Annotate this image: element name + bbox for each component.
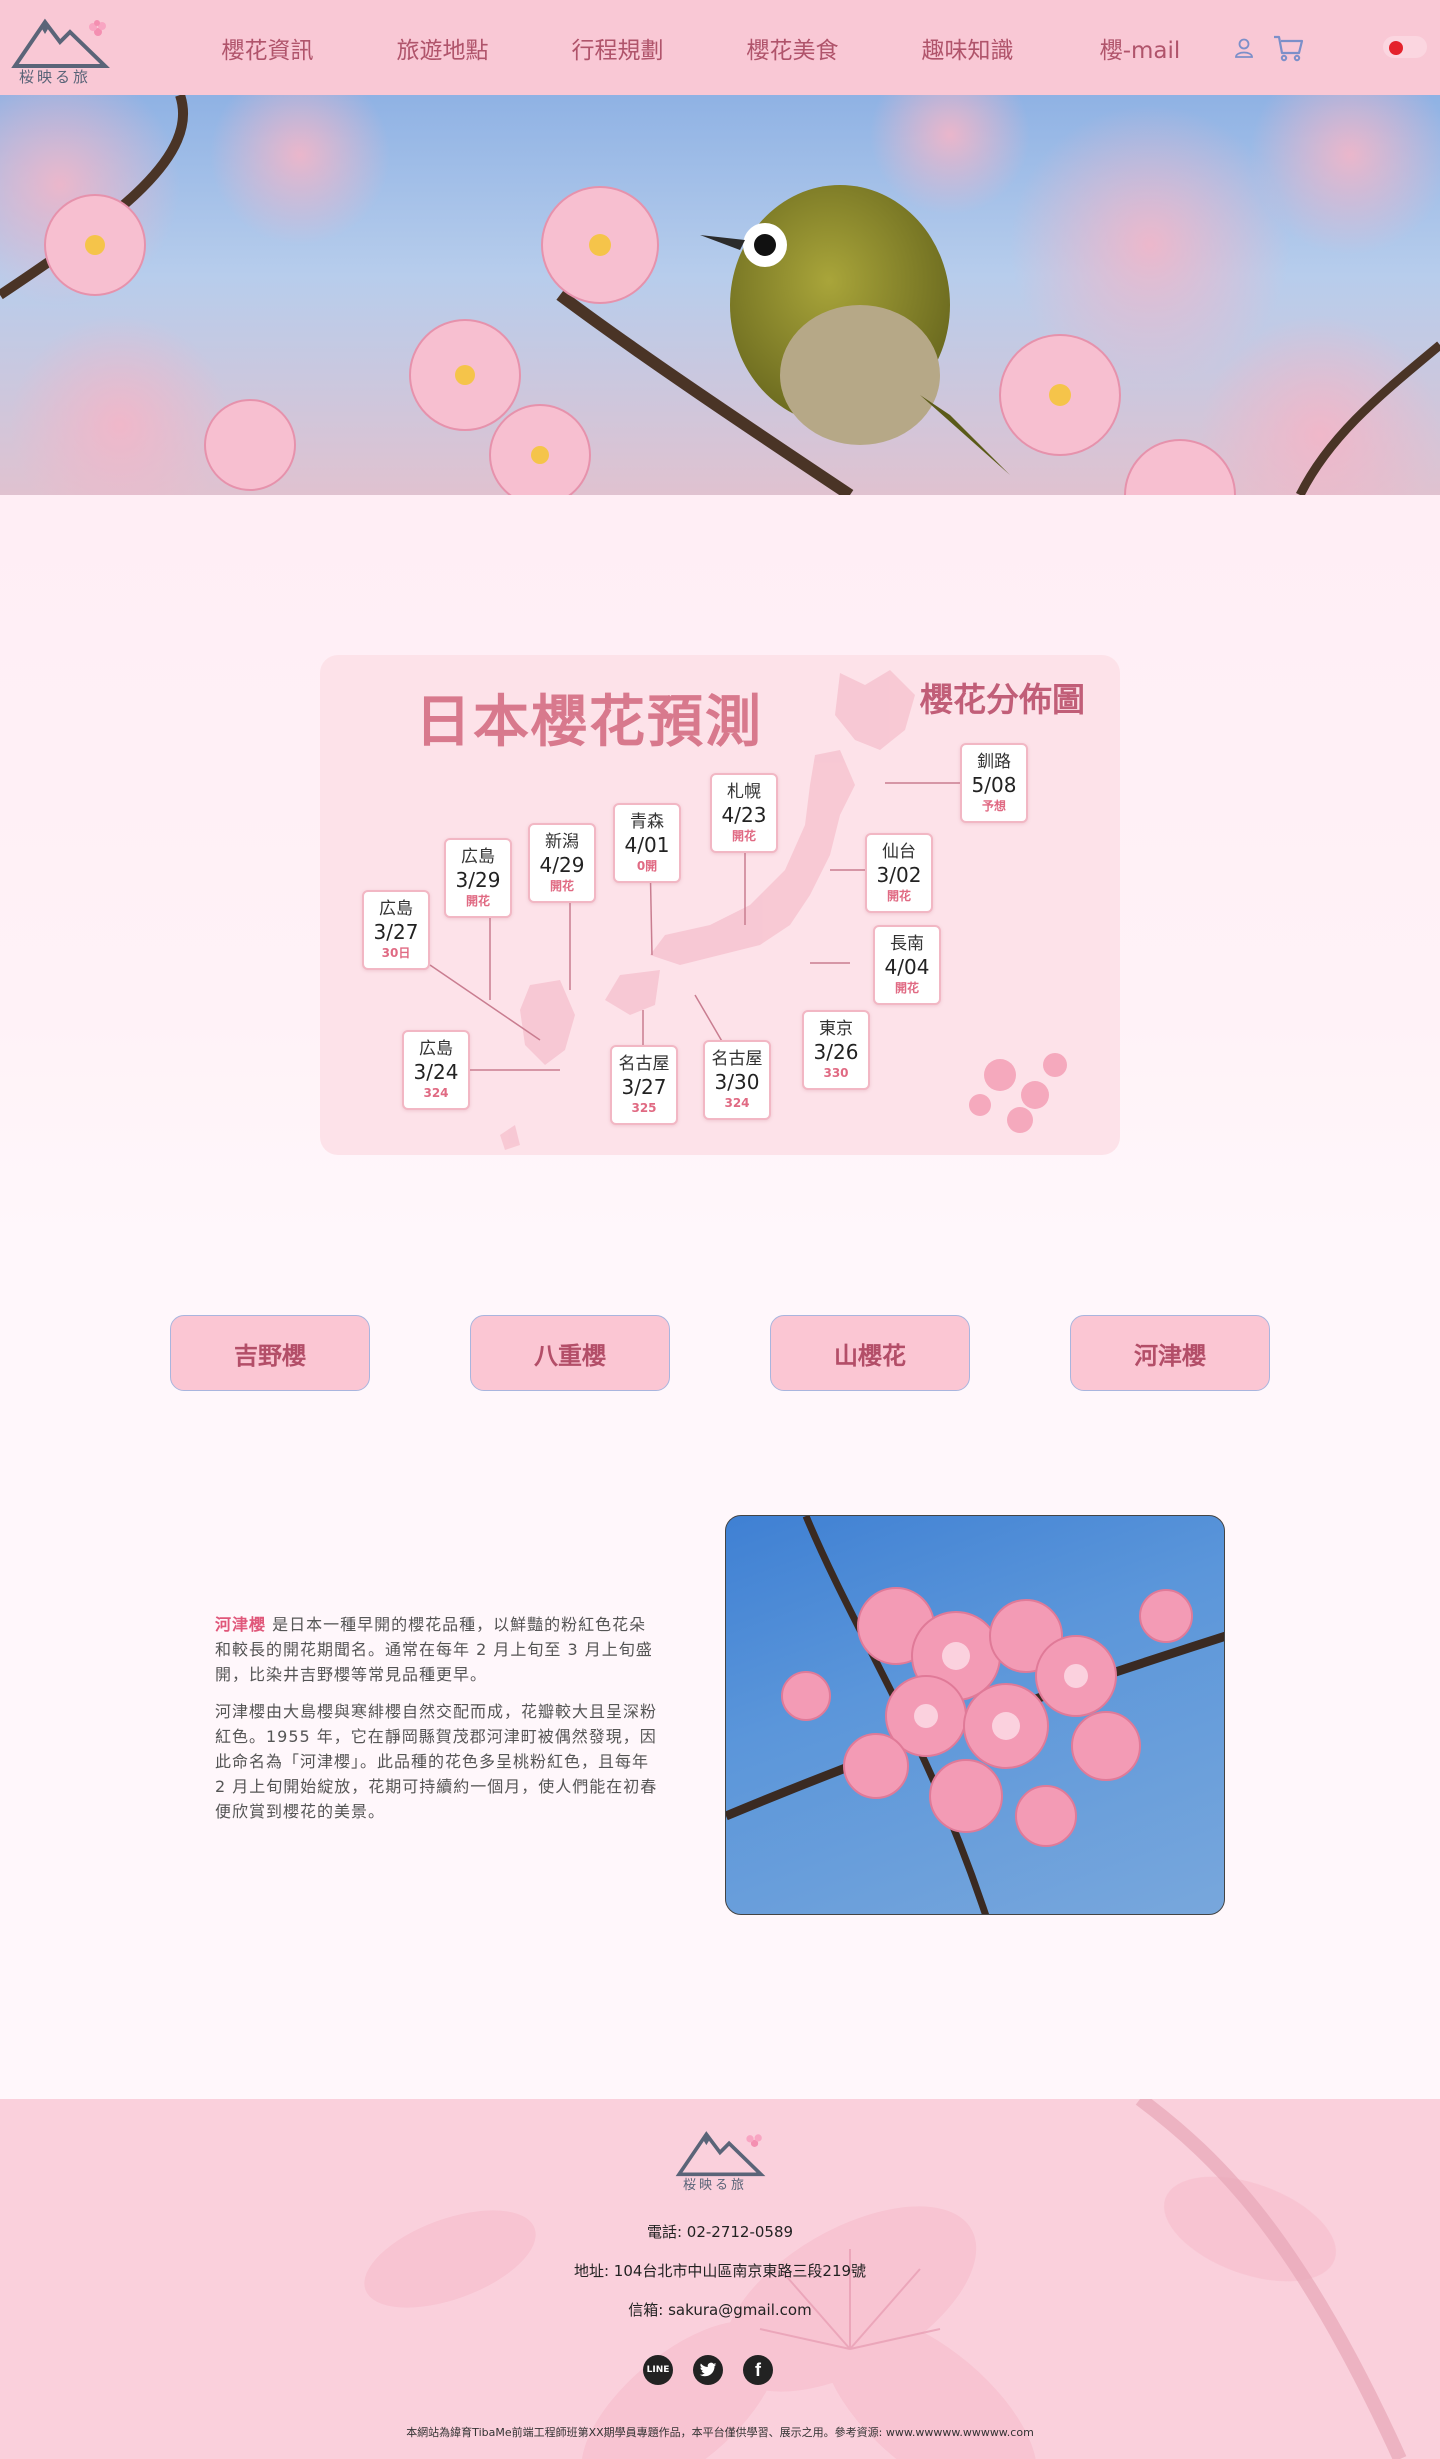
hero-banner: [0, 95, 1440, 495]
city-name: 広島: [461, 847, 495, 867]
city-note: 324: [724, 1096, 750, 1110]
city-date: 3/02: [876, 863, 922, 887]
social-links: LINE f: [643, 2355, 773, 2385]
city-note: 0開: [636, 859, 658, 873]
variety-button-kawazu[interactable]: 河津櫻: [1070, 1315, 1270, 1391]
city-date: 4/04: [884, 955, 930, 979]
city-note: 324: [423, 1086, 449, 1100]
footer-logo-text: 桜映る旅: [682, 2178, 747, 2193]
city-note: 開花: [465, 894, 490, 908]
footer-email[interactable]: 信箱: sakura@gmail.com: [0, 2299, 1440, 2320]
city-name: 広島: [419, 1039, 453, 1059]
nav-item-sakura-food[interactable]: 櫻花美食: [705, 31, 880, 65]
city-date: 3/27: [373, 920, 419, 944]
nav-item-sakura-mail[interactable]: 櫻-mail: [1055, 31, 1225, 65]
nav-item-sakura-info[interactable]: 櫻花資訊: [180, 31, 355, 65]
city-name: 名古屋: [711, 1049, 763, 1069]
mountain-logo-icon: [11, 18, 110, 68]
city-sapporo[interactable]: 札幌 4/23 開花: [710, 773, 778, 853]
nav-item-trivia[interactable]: 趣味知識: [880, 31, 1055, 65]
city-date: 5/08: [971, 773, 1017, 797]
city-hiroshima-a[interactable]: 広島 3/29 開花: [444, 838, 512, 918]
twitter-icon[interactable]: [693, 2355, 723, 2385]
city-date: 3/24: [413, 1060, 459, 1084]
logo-text: 桜映る旅: [18, 68, 91, 86]
variety-name-highlight: 河津櫻: [215, 1615, 267, 1634]
sakura-variety-tabs: 吉野櫻 八重櫻 山櫻花 河津櫻: [0, 1315, 1440, 1391]
city-name: 広島: [379, 899, 413, 919]
twitter-bird-glyph: [699, 2362, 717, 2377]
toggle-knob: [1389, 41, 1403, 55]
city-note: 30日: [381, 946, 411, 960]
city-date: 3/26: [813, 1040, 859, 1064]
city-name: 札幌: [727, 782, 761, 802]
city-date: 4/23: [721, 803, 767, 827]
site-logo[interactable]: 桜映る旅: [10, 14, 110, 86]
city-sendai[interactable]: 仙台 3/02 開花: [865, 833, 933, 913]
footer-address: 地址: 104台北市中山區南京東路三段219號: [573, 2262, 867, 2280]
main-nav: 櫻花資訊 旅遊地點 行程規劃 櫻花美食 趣味知識 櫻-mail: [180, 0, 1225, 95]
city-date: 4/01: [624, 833, 670, 857]
city-name: 名古屋: [618, 1054, 670, 1074]
city-note: 325: [631, 1101, 657, 1115]
city-nagoya-a[interactable]: 名古屋 3/27 325: [610, 1045, 678, 1125]
city-niigata[interactable]: 新潟 4/29 開花: [528, 823, 596, 903]
kawazu-sakura-photo: [725, 1515, 1225, 1915]
city-name: 新潟: [545, 832, 579, 852]
city-name: 長南: [890, 934, 924, 954]
theme-toggle[interactable]: [1383, 36, 1427, 58]
footer-logo[interactable]: 桜映る旅: [670, 2127, 770, 2197]
city-nagoya-b[interactable]: 名古屋 3/30 324: [703, 1040, 771, 1120]
mountain-logo-icon: [675, 2131, 766, 2177]
city-note: 開花: [894, 981, 919, 995]
city-kushiro[interactable]: 釧路 5/08 予想: [960, 743, 1028, 823]
site-footer: 桜映る旅 電話: 02-2712-0589 地址: 104台北市中山區南京東路三…: [0, 2099, 1440, 2459]
city-note: 開花: [886, 889, 911, 903]
city-date: 3/29: [455, 868, 501, 892]
variety-button-yoshino[interactable]: 吉野櫻: [170, 1315, 370, 1391]
city-date: 3/30: [714, 1070, 760, 1094]
map-title: 日本櫻花預測: [415, 690, 763, 755]
city-chonan[interactable]: 長南 4/04 開花: [873, 925, 941, 1005]
footer-copyright: 本網站為緯育TibaMe前端工程師班第XX期學員專題作品，本平台僅供學習、展示之…: [406, 2426, 1034, 2439]
header-icons: [1232, 30, 1304, 66]
city-note: 330: [823, 1066, 849, 1080]
city-date: 4/29: [539, 853, 585, 877]
city-hiroshima-c[interactable]: 広島 3/24 324: [402, 1030, 470, 1110]
city-tokyo[interactable]: 東京 3/26 330: [802, 1010, 870, 1090]
map-subtitle: 櫻花分佈圖: [920, 680, 1085, 719]
city-aomori[interactable]: 青森 4/01 0開: [613, 803, 681, 883]
facebook-icon[interactable]: f: [743, 2355, 773, 2385]
kawazu-blossom-image: [726, 1516, 1224, 1914]
nav-item-itinerary[interactable]: 行程規劃: [530, 31, 705, 65]
line-label: LINE: [646, 2365, 670, 2375]
city-note: 開花: [731, 829, 756, 843]
city-hiroshima-b[interactable]: 広島 3/27 30日: [362, 890, 430, 970]
cart-icon[interactable]: [1272, 33, 1304, 63]
variety-description: 河津櫻 是日本一種早開的櫻花品種，以鮮豔的粉紅色花朵和較長的開花期聞名。通常在每…: [215, 1612, 660, 1836]
nav-item-travel-spots[interactable]: 旅遊地點: [355, 31, 530, 65]
sakura-forecast-section: 日本櫻花預測 櫻花分佈圖 札幌 4/23 開花 釧路 5/08 予想 青森 4/…: [0, 495, 1440, 1235]
footer-phone: 電話: 02-2712-0589: [646, 2223, 794, 2241]
city-name: 東京: [819, 1019, 853, 1039]
description-paragraph-1: 河津櫻 是日本一種早開的櫻花品種，以鮮豔的粉紅色花朵和較長的開花期聞名。通常在每…: [215, 1612, 660, 1687]
city-date: 3/27: [621, 1075, 667, 1099]
variety-button-yamazakura[interactable]: 山櫻花: [770, 1315, 970, 1391]
user-icon[interactable]: [1232, 36, 1256, 60]
city-name: 仙台: [882, 842, 916, 862]
cherry-blossom-bird-photo: [0, 95, 1440, 495]
city-name: 釧路: [977, 752, 1011, 772]
variety-button-yae[interactable]: 八重櫻: [470, 1315, 670, 1391]
city-note: 開花: [549, 879, 574, 893]
sakura-forecast-map: 日本櫻花預測 櫻花分佈圖 札幌 4/23 開花 釧路 5/08 予想 青森 4/…: [320, 655, 1120, 1155]
city-name: 青森: [630, 812, 664, 832]
city-note: 予想: [981, 799, 1006, 813]
site-header: 桜映る旅 櫻花資訊 旅遊地點 行程規劃 櫻花美食 趣味知識 櫻-mail: [0, 0, 1440, 95]
line-icon[interactable]: LINE: [643, 2355, 673, 2385]
description-paragraph-2: 河津櫻由大島櫻與寒緋櫻自然交配而成，花瓣較大且呈深粉紅色。1955 年，它在靜岡…: [215, 1702, 658, 1821]
description-text-1: 是日本一種早開的櫻花品種，以鮮豔的粉紅色花朵和較長的開花期聞名。通常在每年 2 …: [215, 1615, 653, 1684]
facebook-glyph: f: [755, 2359, 761, 2380]
